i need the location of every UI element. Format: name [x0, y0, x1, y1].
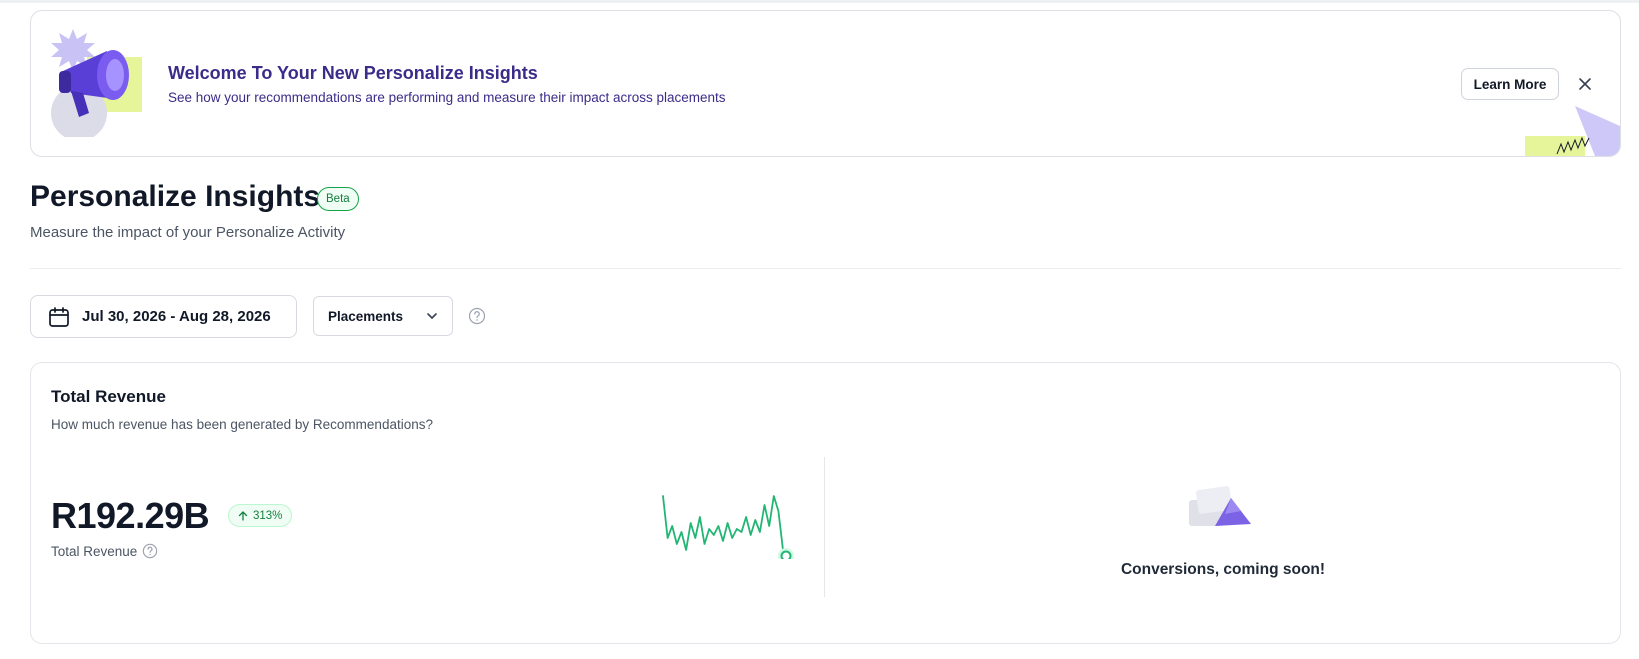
revenue-sparkline [662, 495, 794, 559]
card-title: Total Revenue [51, 387, 166, 406]
total-revenue-card: Total Revenue How much revenue has been … [30, 362, 1621, 644]
arrow-up-icon [238, 510, 248, 521]
close-banner-button[interactable] [1569, 68, 1601, 100]
placements-label: Placements [328, 308, 404, 324]
conversions-coming-soon: Conversions, coming soon! [1120, 561, 1326, 578]
learn-more-button[interactable]: Learn More [1461, 68, 1559, 100]
revenue-change-value: 313% [253, 509, 283, 522]
date-range-picker[interactable]: Jul 30, 2026 - Aug 28, 2026 [30, 295, 297, 338]
total-revenue-label-row: Total Revenue [51, 543, 158, 559]
shapes-illustration-icon [1189, 486, 1251, 526]
total-revenue-value: R192.29B [51, 495, 210, 536]
megaphone-icon [51, 29, 142, 137]
welcome-banner: Welcome To Your New Personalize Insights… [30, 10, 1621, 157]
beta-badge: Beta [317, 187, 359, 211]
total-revenue-label: Total Revenue [51, 543, 138, 559]
banner-title: Welcome To Your New Personalize Insights [168, 63, 538, 83]
help-circle-icon[interactable] [468, 307, 486, 325]
help-circle-icon[interactable] [142, 543, 158, 559]
sparkline-endpoint [780, 550, 792, 559]
placements-dropdown[interactable]: Placements [313, 296, 453, 336]
card-subtitle: How much revenue has been generated by R… [51, 417, 433, 432]
page-title: Personalize Insights [30, 180, 321, 213]
sparkline-path [662, 495, 787, 557]
banner-subtitle: See how your recommendations are perform… [168, 90, 726, 105]
top-border [0, 0, 1639, 3]
chevron-down-icon [427, 313, 437, 319]
close-icon [1579, 78, 1591, 90]
date-range-label: Jul 30, 2026 - Aug 28, 2026 [82, 308, 271, 325]
revenue-change-badge: 313% [228, 504, 293, 527]
page-subtitle: Measure the impact of your Personalize A… [30, 224, 346, 241]
header-divider [30, 268, 1621, 269]
calendar-icon [49, 306, 69, 327]
decorative-corner-art [1525, 106, 1620, 156]
